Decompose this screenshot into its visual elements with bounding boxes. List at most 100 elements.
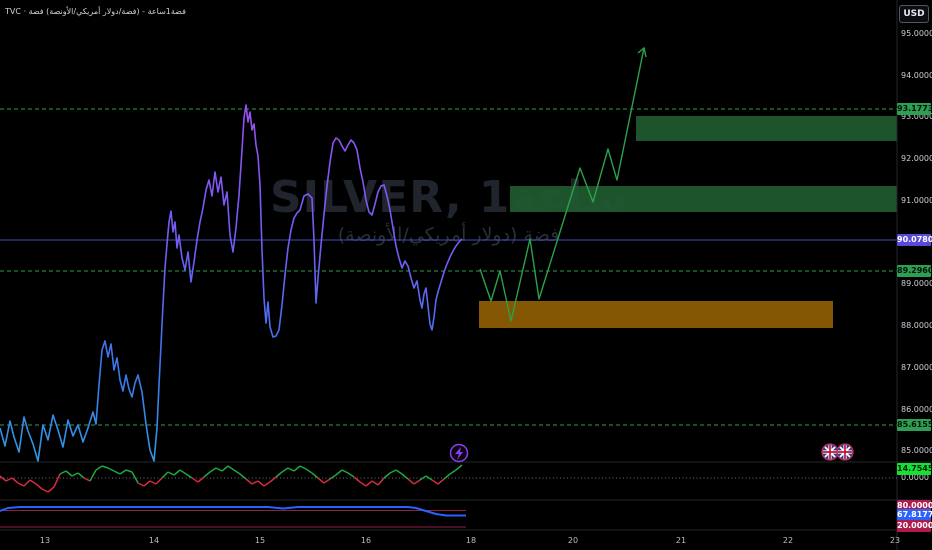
price-series-line[interactable] xyxy=(0,104,463,462)
oscillator-segment xyxy=(35,483,43,490)
oscillator-segment xyxy=(17,482,25,487)
price-value-label: 89.2960 xyxy=(897,265,932,277)
oscillator-segment xyxy=(161,471,169,479)
price-tick: 88.0000 xyxy=(901,320,932,330)
oscillator-segment xyxy=(5,477,13,482)
oscillator-segment xyxy=(395,469,403,475)
oscillator-segment xyxy=(29,479,37,485)
rsi-line xyxy=(0,506,466,517)
oscillator-segment xyxy=(137,482,145,487)
oscillator-segment xyxy=(89,469,97,482)
oscillator-segment xyxy=(335,469,343,476)
oscillator-segment xyxy=(155,477,163,485)
price-tick: 89.0000 xyxy=(901,278,932,288)
time-tick: 14 xyxy=(148,536,160,545)
time-tick: 13 xyxy=(39,536,51,545)
oscillator-segment xyxy=(11,477,19,484)
oscillator-segment xyxy=(203,471,211,478)
oscillator-segment xyxy=(449,469,457,475)
oscillator-segment xyxy=(179,469,187,475)
projection-zigzag-drawing[interactable] xyxy=(479,47,645,322)
oscillator-segment xyxy=(317,477,325,484)
oscillator-segment xyxy=(191,477,199,483)
oscillator-segment xyxy=(53,473,61,488)
oscillator-segment xyxy=(209,467,217,473)
oscillator-segment xyxy=(59,470,67,475)
time-tick: 16 xyxy=(360,536,372,545)
oscillator-segment xyxy=(311,472,319,479)
oscillator-segment xyxy=(143,480,151,487)
oscillator-segment xyxy=(41,488,49,493)
oscillator-segment xyxy=(77,472,85,479)
oscillator-segment xyxy=(251,480,259,485)
time-tick: 21 xyxy=(675,536,687,545)
oscillator-segment xyxy=(263,481,271,487)
oscillator-segment xyxy=(101,465,109,469)
oscillator-segment xyxy=(47,486,55,493)
oscillator-segment xyxy=(275,471,283,478)
oscillator-segment xyxy=(119,469,127,475)
oscillator-segment xyxy=(281,467,289,473)
time-tick: 18 xyxy=(465,536,477,545)
oscillator-segment xyxy=(389,469,397,474)
price-tick: 92.0000 xyxy=(901,153,932,163)
oscillator-segment xyxy=(65,470,73,477)
oscillator-segment xyxy=(299,465,307,470)
price-value-label: 93.1773 xyxy=(897,103,932,115)
price-tick: 94.0000 xyxy=(901,70,932,80)
oscillator-segment xyxy=(173,469,181,476)
oscillator-segment xyxy=(407,478,415,485)
oscillator-segment xyxy=(233,469,241,475)
oscillator-segment xyxy=(227,465,235,471)
oscillator-segment xyxy=(341,469,349,474)
oscillator-segment xyxy=(305,468,313,474)
oscillator-segment xyxy=(95,465,103,471)
oscillator-segment xyxy=(185,473,193,479)
price-axis[interactable]: 95.0000 94.0000 93.0000 92.0000 91.0000 89.00… xyxy=(897,0,932,550)
oscillator-segment xyxy=(149,480,157,485)
symbol-legend[interactable]: فضة1ساعة - (فضة/دولار أمريكي/الأونصة) فض… xyxy=(5,7,186,16)
oscillator-segment xyxy=(365,480,373,487)
oscillator-segment xyxy=(293,465,301,472)
oscillator-segment xyxy=(113,470,121,475)
price-value-label: 85.6155 xyxy=(897,419,932,431)
oscillator-segment xyxy=(371,480,379,486)
price-tick: 95.0000 xyxy=(901,28,932,38)
oscillator-segment xyxy=(221,465,229,472)
oscillator-segment xyxy=(359,481,367,487)
oscillator-segment xyxy=(413,479,421,485)
price-value-label: 20.0000 xyxy=(897,520,932,532)
oscillator-segment xyxy=(245,478,253,485)
price-value-label: 14.7545 xyxy=(897,463,932,475)
price-tick: 86.0000 xyxy=(901,404,932,414)
oscillator-segment xyxy=(257,480,265,487)
oscillator-segment xyxy=(437,478,445,485)
oscillator-segment xyxy=(71,472,79,477)
oscillator-segment xyxy=(377,477,385,486)
oscillator-segment xyxy=(215,467,223,472)
oscillator-segment xyxy=(455,464,463,471)
oscillator-segment xyxy=(197,476,205,483)
oscillator-segment xyxy=(287,467,295,472)
oscillator-segment xyxy=(83,477,91,482)
time-tick: 15 xyxy=(254,536,266,545)
price-value-label: 90.0780 xyxy=(897,234,932,246)
price-chart-canvas[interactable] xyxy=(0,0,932,550)
oscillator-segment xyxy=(347,472,355,478)
oscillator-segment xyxy=(431,479,439,485)
time-tick: 22 xyxy=(782,536,794,545)
time-axis[interactable]: 13 14 15 16 18 20 21 22 23 xyxy=(0,530,900,550)
price-tick: 85.0000 xyxy=(901,445,932,455)
supply-green-zone[interactable] xyxy=(636,116,897,141)
demand-orange-zone[interactable] xyxy=(479,301,833,328)
oscillator-segment xyxy=(167,471,175,476)
time-tick: 20 xyxy=(567,536,579,545)
chart-window: SILVER, 1ساعة فضة (دولار أمريكي/الأونصة)… xyxy=(0,0,932,550)
time-tick: 23 xyxy=(889,536,901,545)
oscillator-segment xyxy=(125,469,133,473)
oscillator-segment xyxy=(107,467,115,472)
price-tick: 87.0000 xyxy=(901,362,932,372)
oscillator-segment xyxy=(443,473,451,480)
price-tick: 91.0000 xyxy=(901,195,932,205)
currency-usd-button[interactable]: USD xyxy=(899,5,929,23)
